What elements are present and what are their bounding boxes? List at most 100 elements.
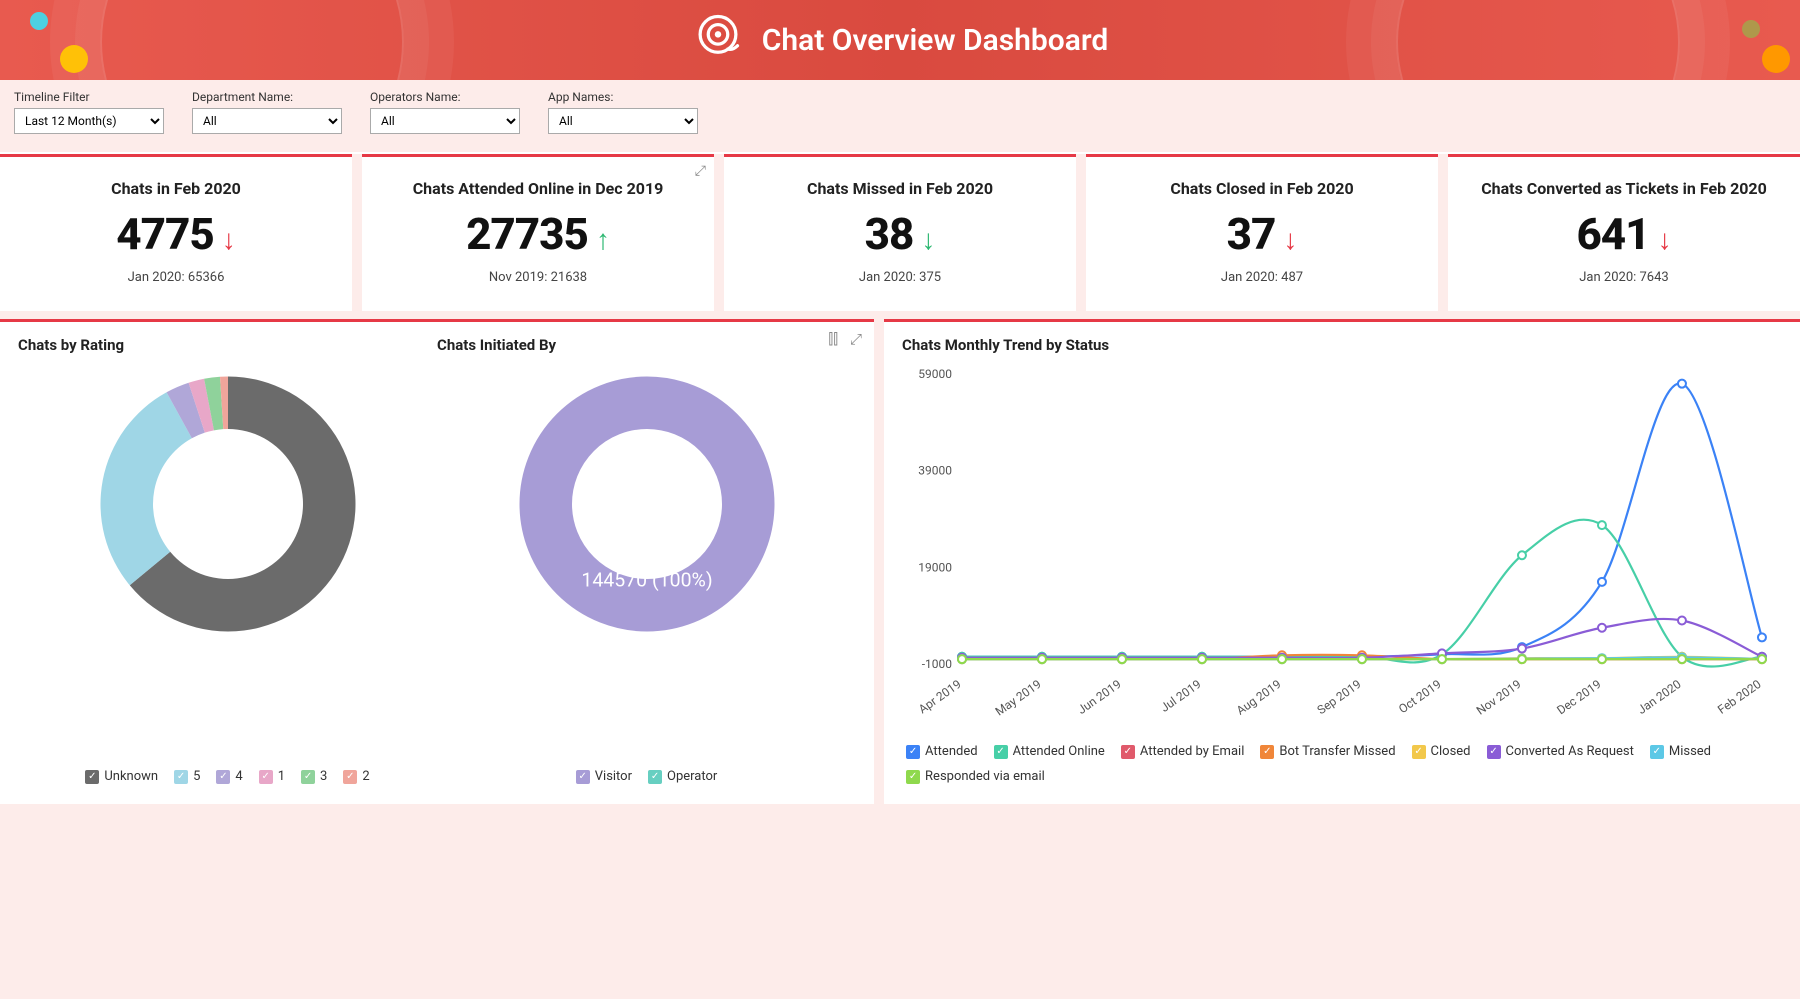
legend-label: Responded via email xyxy=(925,769,1045,784)
dashboard-header: Chat Overview Dashboard xyxy=(0,0,1800,80)
panel-trend: Chats Monthly Trend by Status -100019000… xyxy=(884,319,1800,804)
legend-label: Visitor xyxy=(595,769,632,784)
legend-item[interactable]: 1 xyxy=(259,769,285,784)
charts-row: ⫿⫿ ⤢ Chats by Rating Chats Initiated By … xyxy=(0,319,1800,804)
legend-label: Bot Transfer Missed xyxy=(1279,744,1395,759)
legend-item[interactable]: Visitor xyxy=(576,769,632,784)
kpi-compare: Jan 2020: 375 xyxy=(736,270,1064,285)
legend-item[interactable]: 3 xyxy=(301,769,327,784)
legend-item[interactable]: Operator xyxy=(648,769,717,784)
legend-swatch-icon xyxy=(259,770,273,784)
svg-text:Apr 2019: Apr 2019 xyxy=(916,677,964,716)
kpi-compare: Jan 2020: 7643 xyxy=(1460,270,1788,285)
legend-initiated: Visitor Operator xyxy=(572,763,722,786)
legend-label: 4 xyxy=(235,769,242,784)
kpi-value: 37 xyxy=(1227,208,1276,260)
decor-dot xyxy=(1762,45,1790,73)
svg-text:59000: 59000 xyxy=(918,367,952,381)
trend-arrow-icon: ↓ xyxy=(1283,223,1297,256)
donut-rating xyxy=(78,354,378,654)
legend-swatch-icon xyxy=(1412,745,1426,759)
legend-item[interactable]: Converted As Request xyxy=(1487,744,1634,759)
donut-initiated: 144570 (100%) xyxy=(497,354,797,654)
expand-icon[interactable]: ⤢ xyxy=(695,163,706,179)
legend-label: Attended by Email xyxy=(1140,744,1245,759)
legend-swatch-icon xyxy=(174,770,188,784)
legend-rating: Unknown 5 4 1 3 2 xyxy=(81,763,373,786)
decor-dot xyxy=(60,45,88,73)
kpi-card[interactable]: Chats Converted as Tickets in Feb 2020 64… xyxy=(1448,154,1800,311)
filter-timeline: Timeline Filter Last 12 Month(s) xyxy=(14,90,164,134)
svg-text:Jan 2020: Jan 2020 xyxy=(1635,677,1684,717)
kpi-title: Chats Missed in Feb 2020 xyxy=(736,179,1064,198)
legend-item[interactable]: Attended xyxy=(906,744,978,759)
legend-item[interactable]: Closed xyxy=(1412,744,1471,759)
filter-label: App Names: xyxy=(548,90,698,104)
kpi-title: Chats Attended Online in Dec 2019 xyxy=(374,179,702,198)
legend-item[interactable]: Attended Online xyxy=(994,744,1105,759)
svg-text:39000: 39000 xyxy=(918,464,952,478)
svg-text:19000: 19000 xyxy=(918,560,952,574)
legend-label: Unknown xyxy=(104,769,158,784)
timeline-select[interactable]: Last 12 Month(s) xyxy=(14,108,164,134)
line-chart: -1000190003900059000Apr 2019May 2019Jun … xyxy=(902,354,1782,734)
kpi-card[interactable]: Chats Closed in Feb 202037↓Jan 2020: 487 xyxy=(1086,154,1438,311)
legend-swatch-icon xyxy=(216,770,230,784)
trend-arrow-icon: ↓ xyxy=(1658,223,1672,256)
kpi-value: 27735 xyxy=(466,208,588,260)
svg-text:Jun 2019: Jun 2019 xyxy=(1075,677,1124,717)
legend-label: 3 xyxy=(320,769,327,784)
legend-label: Attended Online xyxy=(1013,744,1105,759)
kpi-compare: Jan 2020: 65366 xyxy=(12,270,340,285)
legend-item[interactable]: Attended by Email xyxy=(1121,744,1245,759)
legend-swatch-icon xyxy=(648,770,662,784)
decor-dot xyxy=(1742,20,1760,38)
kpi-title: Chats Converted as Tickets in Feb 2020 xyxy=(1460,179,1788,198)
kpi-value: 641 xyxy=(1576,208,1649,260)
legend-label: Operator xyxy=(667,769,717,784)
kpi-card[interactable]: Chats Missed in Feb 2020 38↓ Jan 2020: 375 xyxy=(724,154,1076,311)
filter-label: Department Name: xyxy=(192,90,342,104)
legend-item[interactable]: 2 xyxy=(343,769,369,784)
trend-arrow-icon: ↓ xyxy=(921,223,935,256)
svg-text:144570 (100%): 144570 (100%) xyxy=(581,569,712,592)
legend-swatch-icon xyxy=(1487,745,1501,759)
legend-item[interactable]: 4 xyxy=(216,769,242,784)
legend-item[interactable]: Responded via email xyxy=(906,769,1045,784)
legend-swatch-icon xyxy=(1650,745,1664,759)
legend-item[interactable]: Unknown xyxy=(85,769,158,784)
kpi-card[interactable]: Chats in Feb 20204775↓Jan 2020: 65366 xyxy=(0,154,352,311)
kpi-value: 38 xyxy=(865,208,914,260)
operators-select[interactable]: All xyxy=(370,108,520,134)
trend-arrow-icon: ↓ xyxy=(222,223,236,256)
filter-label: Timeline Filter xyxy=(14,90,164,104)
page-title: Chat Overview Dashboard xyxy=(762,23,1109,58)
svg-text:Sep 2019: Sep 2019 xyxy=(1315,677,1364,717)
decor-dot xyxy=(30,12,48,30)
chart-type-icon[interactable]: ⫿⫿ xyxy=(828,330,838,348)
legend-trend: Attended Attended Online Attended by Email… xyxy=(902,738,1782,786)
legend-item[interactable]: 5 xyxy=(174,769,200,784)
legend-item[interactable]: Missed xyxy=(1650,744,1711,759)
department-select[interactable]: All xyxy=(192,108,342,134)
legend-swatch-icon xyxy=(85,770,99,784)
kpi-compare: Nov 2019: 21638 xyxy=(374,270,702,285)
legend-swatch-icon xyxy=(301,770,315,784)
legend-label: 1 xyxy=(278,769,285,784)
filter-operators: Operators Name: All xyxy=(370,90,520,134)
legend-label: Converted As Request xyxy=(1506,744,1634,759)
svg-text:Dec 2019: Dec 2019 xyxy=(1554,677,1603,717)
panel-title-initiated: Chats Initiated By xyxy=(437,336,856,354)
legend-swatch-icon xyxy=(994,745,1008,759)
apps-select[interactable]: All xyxy=(548,108,698,134)
svg-text:Jul 2019: Jul 2019 xyxy=(1158,677,1204,715)
filter-bar: Timeline Filter Last 12 Month(s) Departm… xyxy=(0,80,1800,154)
svg-text:-1000: -1000 xyxy=(922,657,953,671)
trend-arrow-icon: ↑ xyxy=(596,223,610,256)
filter-label: Operators Name: xyxy=(370,90,520,104)
expand-icon[interactable]: ⤢ xyxy=(850,330,862,348)
legend-label: 5 xyxy=(193,769,200,784)
kpi-card[interactable]: ⤢Chats Attended Online in Dec 2019 27735↑… xyxy=(362,154,714,311)
kpi-title: Chats Closed in Feb 2020 xyxy=(1098,179,1426,198)
legend-item[interactable]: Bot Transfer Missed xyxy=(1260,744,1395,759)
